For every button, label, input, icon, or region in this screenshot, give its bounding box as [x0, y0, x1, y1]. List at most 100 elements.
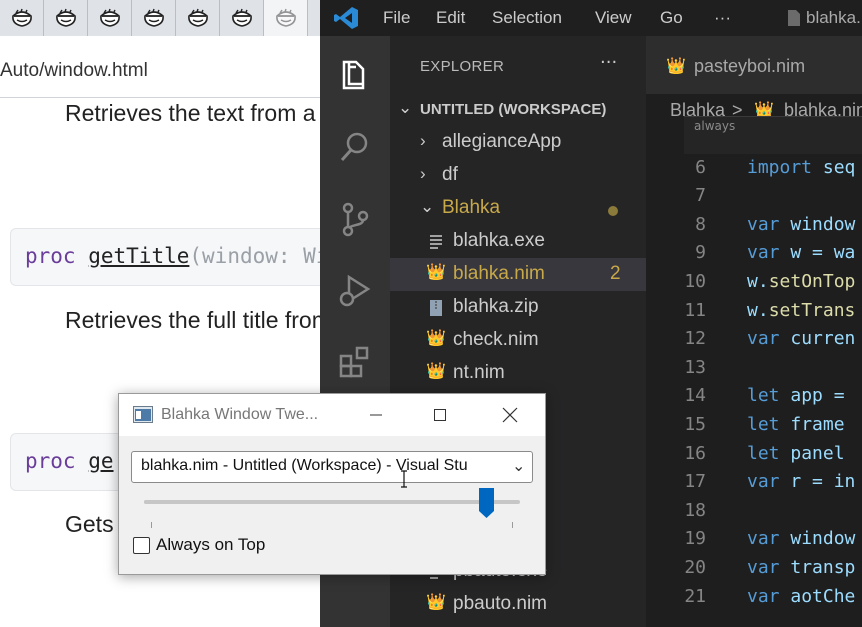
menu-go[interactable]: Go — [660, 8, 683, 28]
browser-tab[interactable] — [220, 0, 264, 36]
line-number: 14 — [684, 385, 706, 407]
nim-file-icon: 👑 — [666, 56, 686, 75]
tree-folder[interactable]: › df — [390, 159, 646, 192]
close-button[interactable] — [487, 394, 533, 436]
site-favicon-icon — [187, 8, 208, 27]
vscode-titlebar: File Edit Selection View Go ··· blahka. — [320, 0, 862, 36]
minimize-button[interactable] — [353, 394, 399, 436]
explorer-more-actions[interactable]: ··· — [600, 52, 617, 73]
menu-edit[interactable]: Edit — [436, 8, 465, 28]
line-number: 13 — [684, 356, 706, 378]
line-number: 15 — [684, 414, 706, 435]
code-editor[interactable]: 5import osp6import seq78var window9var w… — [646, 128, 862, 627]
code-line: 17 var r = in — [646, 471, 862, 499]
code-line: 8 var window — [646, 214, 862, 242]
always-on-top-label[interactable]: Always on Top — [156, 535, 265, 555]
extensions-icon[interactable] — [336, 344, 374, 382]
maximize-icon — [434, 409, 446, 421]
code-line: 21 var aotChe — [646, 586, 862, 614]
proc-name-link[interactable]: getTitle — [88, 244, 189, 268]
dialog-title: Blahka Window Twe... — [161, 406, 319, 423]
code-line: 14 let app = — [646, 385, 862, 413]
proc-keyword: proc — [25, 449, 76, 473]
blahka-dialog: Blahka Window Twe... blahka.nim - Untitl… — [118, 393, 546, 575]
run-debug-icon[interactable] — [336, 272, 374, 310]
tree-label: allegianceApp — [442, 131, 562, 152]
editor-tab[interactable]: 👑 pasteyboi.nim — [646, 36, 862, 94]
tree-folder[interactable]: ⌄ Blahka — [390, 192, 646, 225]
site-favicon-icon — [275, 8, 296, 27]
tree-label: Blahka — [442, 197, 501, 218]
search-icon[interactable] — [336, 128, 374, 166]
tree-label: pbauto.nim — [453, 593, 548, 614]
code-line: 19 var window — [646, 528, 862, 556]
line-number: 10 — [684, 271, 706, 292]
site-favicon-icon — [143, 8, 164, 27]
code-text: let panel — [747, 442, 845, 464]
line-number: 12 — [684, 328, 706, 350]
opacity-slider-track[interactable] — [144, 500, 520, 504]
address-bar[interactable]: Auto/window.html — [0, 48, 340, 98]
tree-file[interactable]: blahka.zip — [390, 291, 646, 324]
code-text: var window — [747, 213, 856, 235]
explorer-files-icon[interactable] — [336, 56, 374, 94]
dialog-titlebar[interactable]: Blahka Window Twe... — [119, 394, 545, 436]
opacity-slider-fill — [144, 500, 487, 504]
menu-file[interactable]: File — [383, 8, 410, 28]
window-select-dropdown[interactable]: blahka.nim - Untitled (Workspace) - Visu… — [131, 451, 533, 483]
tree-file[interactable]: 👑 blahka.nim 2 — [390, 258, 646, 291]
app-window-icon — [133, 406, 153, 423]
line-number: 11 — [684, 299, 706, 321]
maximize-button[interactable] — [417, 394, 463, 436]
problem-count-badge: 2 — [610, 263, 621, 284]
menu-more[interactable]: ··· — [714, 8, 731, 28]
line-number: 21 — [684, 585, 706, 607]
tree-file[interactable]: 👑 check.nim — [390, 324, 646, 357]
opacity-slider-thumb[interactable] — [478, 487, 495, 519]
exe-file-icon — [430, 235, 442, 249]
code-text: var curren — [747, 328, 856, 350]
chevron-down-icon: ⌄ — [512, 458, 526, 475]
workspace-header[interactable]: ⌄ UNTITLED (WORKSPACE) — [390, 93, 646, 126]
nim-file-icon: 👑 — [426, 264, 446, 281]
browser-tab[interactable] — [176, 0, 220, 36]
browser-tab[interactable] — [44, 0, 88, 36]
tree-file[interactable]: 👑 pbauto.nim — [390, 588, 646, 621]
address-url[interactable]: Auto/window.html — [0, 60, 148, 82]
proc-keyword: proc — [25, 244, 76, 268]
menu-view[interactable]: View — [595, 8, 632, 28]
browser-tab[interactable] — [264, 0, 308, 36]
always-on-top-checkbox[interactable] — [133, 537, 150, 554]
tree-folder[interactable]: › allegianceApp — [390, 126, 646, 159]
browser-tab-strip — [0, 0, 340, 36]
browser-tab[interactable] — [88, 0, 132, 36]
source-control-icon[interactable] — [336, 200, 374, 238]
code-text: let app = — [747, 385, 845, 407]
site-favicon-icon — [231, 8, 252, 27]
code-line: 10 w.setOnTop — [646, 271, 862, 299]
proc-name-link[interactable]: ge — [88, 449, 113, 473]
code-line: 13 — [646, 357, 862, 385]
browser-tab[interactable] — [0, 0, 44, 36]
code-line: 11 w.setTrans — [646, 300, 862, 328]
code-text: var aotChe — [747, 585, 856, 607]
chevron-down-icon: ⌄ — [420, 197, 435, 216]
tree-label: nt.nim — [453, 362, 505, 383]
site-favicon-icon — [11, 8, 32, 27]
editor-area: 👑 pasteyboi.nim Blahka > 👑 blahka.nim 5i… — [646, 36, 862, 627]
site-favicon-icon — [99, 8, 120, 27]
menu-selection[interactable]: Selection — [492, 8, 562, 28]
line-number: 7 — [695, 185, 706, 207]
code-line: 16 let panel — [646, 443, 862, 471]
tree-label: blahka.exe — [453, 230, 545, 251]
line-number: 17 — [684, 471, 706, 493]
chevron-right-icon: › — [420, 131, 426, 150]
chevron-right-icon: › — [420, 164, 426, 183]
slider-tick — [512, 522, 513, 528]
file-icon — [788, 10, 800, 26]
line-number: 18 — [684, 499, 706, 521]
browser-tab[interactable] — [132, 0, 176, 36]
code-line: 9 var w = wa — [646, 242, 862, 270]
tree-file[interactable]: blahka.exe — [390, 225, 646, 258]
tree-file[interactable]: 👑 nt.nim — [390, 357, 646, 390]
